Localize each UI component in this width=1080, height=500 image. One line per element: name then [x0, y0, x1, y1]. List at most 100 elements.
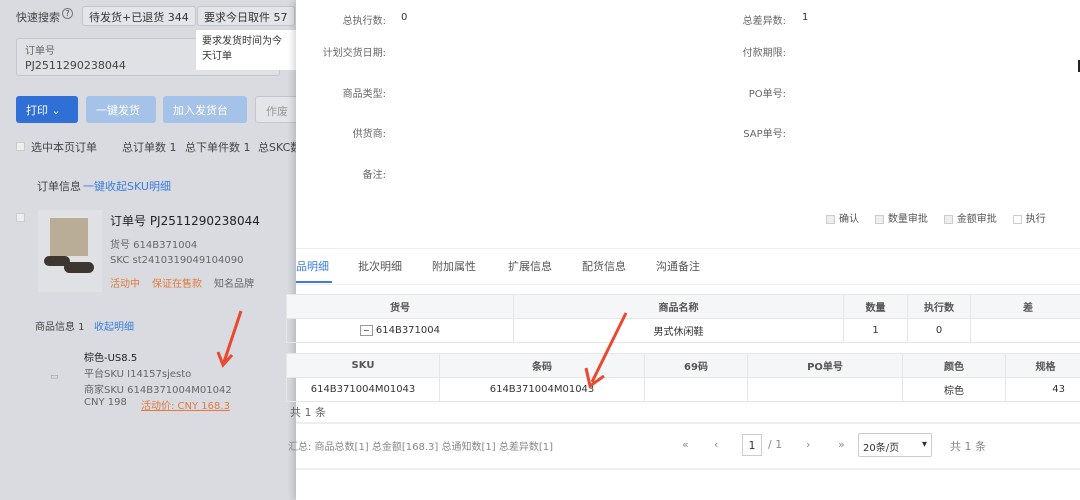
add-to-shipping-button[interactable]: 加入发货台 [163, 96, 247, 123]
select-page-checkbox[interactable] [16, 142, 25, 151]
goods-info-label: 商品信息 1 [35, 322, 85, 333]
col-header: 商品名称 [513, 294, 844, 319]
status-checks: 确认 数量审批 金额审批 执行 [826, 210, 1046, 225]
field-label: PO单号: [748, 89, 786, 100]
col-header: 数量 [843, 294, 908, 319]
platform-sku: 平台SKU I14157sjesto [84, 369, 192, 380]
col-header: 69码 [644, 353, 748, 378]
tab-batch[interactable]: 批次明细 [358, 258, 402, 274]
stat-skc: 总SKC数 [258, 141, 296, 154]
chip-pending-returned[interactable]: 待发货+已退货 344 [82, 6, 196, 26]
field-value: 0 [401, 12, 408, 23]
stat-items: 总下单件数 1 [185, 141, 251, 154]
image-placeholder-icon: ▭ [50, 372, 59, 382]
cell: 43 [1005, 377, 1080, 402]
cell: 1 [843, 318, 908, 343]
product-image [38, 210, 102, 292]
cell: 0 [907, 318, 971, 343]
skc: SKC st2410319049104090 [110, 255, 244, 266]
sku-variant: 棕色-US8.5 [84, 353, 138, 364]
confirm-checkbox[interactable] [826, 214, 835, 224]
help-icon: ? [62, 8, 73, 19]
chip-pickup-today[interactable]: 要求今日取件 57 [197, 6, 295, 26]
field-label: 总执行数: [342, 16, 386, 27]
print-button[interactable]: 打印 ⌄ [16, 96, 78, 123]
page-input[interactable]: 1 [742, 434, 762, 456]
field-label: 付款期限: [742, 48, 786, 59]
col-header: PO单号 [747, 353, 903, 378]
quick-search-label: 快速搜索 [16, 11, 60, 24]
prev-page-icon[interactable]: ‹ [714, 438, 718, 451]
page-count: / 1 [768, 438, 783, 451]
tab-notes[interactable]: 沟通备注 [656, 258, 700, 274]
field-value: 1 [802, 12, 809, 23]
next-page-icon[interactable]: › [806, 438, 810, 451]
table-row: − 614B371004 男式休闲鞋 1 0 [286, 318, 1080, 343]
execute-checkbox[interactable] [1012, 214, 1022, 224]
red-arrow-icon [216, 310, 243, 368]
collapse-row-icon[interactable]: − [359, 325, 373, 336]
field-label: 商品类型: [342, 89, 386, 100]
cell: 614B371004M01043 [286, 377, 440, 402]
order-number: 订单号 PJ2511290238044 [110, 214, 260, 228]
col-header: 规格 [1005, 353, 1080, 378]
check-label: 数量审批 [887, 214, 928, 225]
page-size-select[interactable]: 20条/页 ▾ [858, 433, 932, 457]
field-label: 总差异数: [742, 16, 786, 27]
cell [644, 377, 748, 402]
select-page-label: 选中本页订单 [31, 141, 97, 154]
red-arrow-icon [584, 312, 628, 389]
cell [970, 318, 1080, 343]
field-label: SAP单号: [743, 129, 786, 140]
tab-extended[interactable]: 扩展信息 [508, 258, 552, 274]
collapse-sku-link[interactable]: 一键收起SKU明细 [83, 178, 171, 194]
order-info-label: 订单信息 [37, 180, 81, 193]
field-label: 供货商: [352, 129, 386, 140]
last-page-icon[interactable]: » [838, 438, 845, 451]
promo-price: 活动价: CNY 168.3 [141, 401, 230, 412]
tag-guaranteed: 保证在售款 [152, 279, 202, 290]
col-header: 执行数 [907, 294, 971, 319]
qty-approval-checkbox[interactable] [874, 214, 884, 224]
active-tab-indicator [296, 281, 332, 283]
cell: 棕色 [902, 377, 1006, 402]
check-label: 执行 [1025, 214, 1046, 225]
check-label: 确认 [839, 214, 859, 225]
tag-brand: 知名品牌 [214, 279, 254, 290]
collapse-detail-link[interactable]: 收起明细 [94, 318, 134, 333]
order-detail-panel: 总执行数: 0 总差异数: 1 计划交货日期: 付款期限: 商品类型: PO单号… [286, 0, 1080, 500]
chevron-down-icon: ▾ [921, 439, 927, 450]
chevron-down-icon: ⌄ [51, 104, 61, 117]
tab-attributes[interactable]: 附加属性 [432, 258, 476, 274]
page-size-value: 20条/页 [863, 443, 900, 454]
order-checkbox[interactable] [16, 213, 25, 222]
check-label: 金额审批 [956, 214, 997, 225]
void-button[interactable]: 作废 [255, 96, 296, 123]
amount-approval-checkbox[interactable] [943, 214, 953, 224]
merchant-sku: 商家SKU 614B371004M01042 [84, 385, 232, 396]
cell: 614B371004 [375, 325, 440, 336]
cell [747, 377, 903, 402]
tooltip: 要求发货时间为今天订单 [196, 30, 296, 70]
tab-allocation[interactable]: 配货信息 [582, 258, 626, 274]
cell: 男式休闲鞋 [513, 318, 844, 343]
order-list-panel: 快速搜索 ? 待发货+已退货 344 要求今日取件 57 订单号 PJ25112… [0, 0, 296, 500]
one-click-ship-button[interactable]: 一键发货 [86, 96, 156, 123]
tag-active: 活动中 [110, 279, 140, 290]
pager-total: 共 1 条 [950, 440, 986, 453]
field-label: 备注: [362, 170, 386, 181]
price: CNY 198 [84, 397, 127, 408]
col-header: 货号 [286, 294, 514, 319]
item-number: 货号 614B371004 [110, 240, 198, 251]
col-header: SKU [286, 353, 440, 378]
first-page-icon[interactable]: « [682, 438, 689, 451]
table-row: 614B371004M01043 614B371004M01043 棕色 43 [286, 377, 1080, 402]
print-label: 打印 [26, 104, 48, 117]
tab-product-detail[interactable]: 品明细 [296, 258, 329, 274]
field-label: 计划交货日期: [322, 48, 386, 59]
col-header: 颜色 [902, 353, 1006, 378]
col-header: 差 [970, 294, 1080, 319]
stat-orders: 总订单数 1 [122, 141, 177, 154]
product-table: 货号 商品名称 数量 执行数差 − 614B371004 男式休闲鞋 1 0 [286, 294, 1080, 343]
summary: 汇总: 商品总数[1] 总金额[168.3] 总通知数[1] 总差异数[1] [288, 442, 554, 453]
